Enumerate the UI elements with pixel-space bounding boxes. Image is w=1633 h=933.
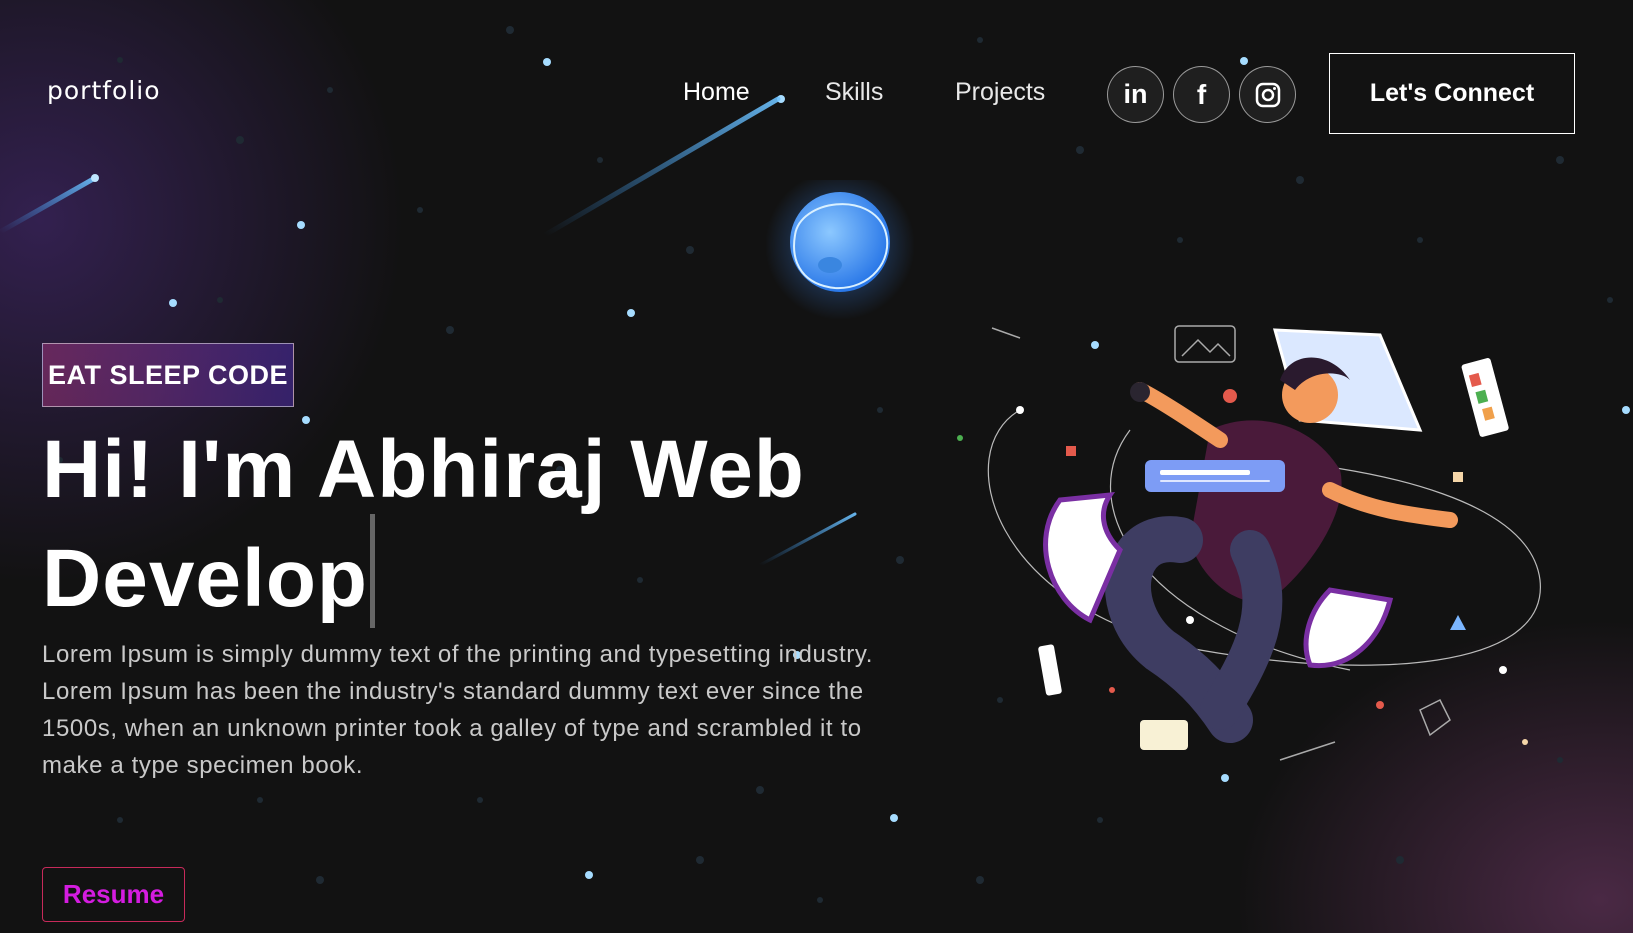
typing-text: Develop — [42, 533, 368, 624]
headline-line-2: Develop — [42, 514, 942, 628]
planet-illustration — [765, 180, 915, 320]
tagline-badge: EAT SLEEP CODE — [42, 343, 294, 407]
hero-description: Lorem Ipsum is simply dummy text of the … — [42, 641, 873, 779]
facebook-button[interactable]: f — [1173, 66, 1230, 123]
portfolio-page: portfolio Home Skills Projects in f Let'… — [0, 0, 1633, 933]
resume-button[interactable]: Resume — [42, 867, 185, 922]
headline-line-1: Hi! I'm Abhiraj Web — [42, 424, 805, 515]
lets-connect-button[interactable]: Let's Connect — [1329, 53, 1575, 134]
hero-headline: Hi! I'm Abhiraj Web Develop — [42, 426, 942, 628]
facebook-icon: f — [1196, 78, 1207, 110]
nav-link-home[interactable]: Home — [683, 78, 750, 107]
linkedin-icon: in — [1123, 79, 1148, 109]
developer-illustration — [957, 325, 1541, 782]
instagram-button[interactable] — [1239, 66, 1296, 123]
nav-link-skills[interactable]: Skills — [825, 78, 883, 107]
nav-link-projects[interactable]: Projects — [955, 78, 1045, 107]
top-navbar: portfolio Home Skills Projects in f Let'… — [0, 0, 1633, 190]
logo[interactable]: portfolio — [47, 76, 161, 105]
typing-cursor — [370, 514, 375, 628]
instagram-icon — [1255, 82, 1280, 107]
linkedin-button[interactable]: in — [1107, 66, 1164, 123]
